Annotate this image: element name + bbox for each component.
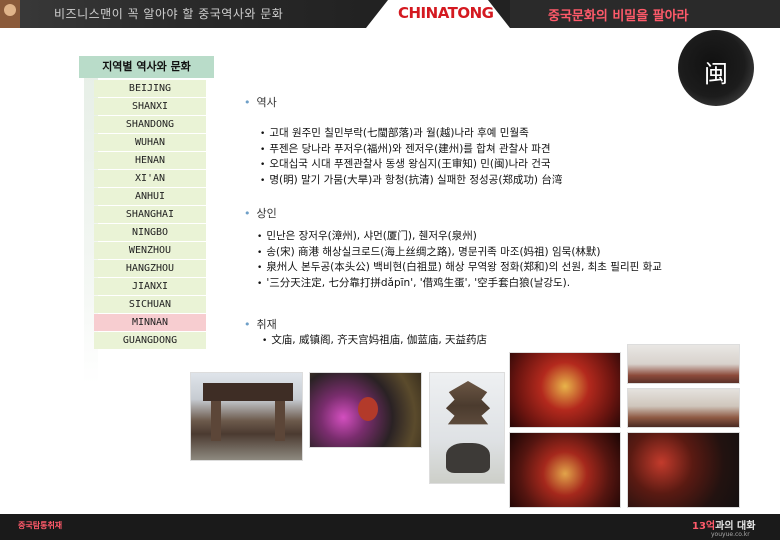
list-item: '三分天注定, 七分靠打拼dǎpīn', '借鸡生蛋', '空手套白狼(날강도)… (257, 276, 662, 292)
incense-urn-shape (446, 443, 490, 473)
section-title-text: 취재 (256, 318, 277, 331)
sidebar-item-sichuan[interactable]: SICHUAN (94, 296, 206, 313)
merchant-bullet-list: 민난은 장저우(漳州), 샤먼(厦门), 췐저우(泉州) 송(宋) 商港 해상실… (257, 229, 662, 291)
coverage-bullet-list: 文庙, 威镇阁, 齐天宫妈祖庙, 伽蓝庙, 天益药店 (262, 333, 487, 349)
sidebar-item-shanxi[interactable]: SHANXI (94, 98, 206, 115)
section-title-coverage: • 취재 (244, 316, 277, 332)
list-item: 오대십국 시대 푸젠관찰사 동생 왕심지(王审知) 민(闽)나라 건국 (260, 157, 562, 173)
list-item: 고대 원주민 칠민부락(七閩部落)과 월(越)나라 후예 민월족 (260, 126, 562, 142)
photo-lantern-altar[interactable] (627, 432, 740, 508)
sidebar-item-henan[interactable]: HENAN (94, 152, 206, 169)
sidebar-item-guangdong[interactable]: GUANGDONG (94, 332, 206, 349)
region-nav: BEIJING SHANXI SHANDONG WUHAN HENAN XI'A… (94, 80, 206, 350)
sidebar-item-shanghai[interactable]: SHANGHAI (94, 206, 206, 223)
section-title-merchant: • 상인 (244, 205, 277, 221)
bullet-dot-icon: • (244, 207, 251, 220)
sidebar-item-beijing[interactable]: BEIJING (94, 80, 206, 97)
section-title-history: • 역사 (244, 94, 277, 110)
list-item: 文庙, 威镇阁, 齐天宫妈祖庙, 伽蓝庙, 天益药店 (262, 333, 487, 349)
pagoda-shape (445, 381, 491, 425)
sidebar-item-anhui[interactable]: ANHUI (94, 188, 206, 205)
lantern-shape (358, 397, 378, 421)
footer-url[interactable]: youyue.co.kr (711, 531, 750, 538)
sidebar-item-hangzhou[interactable]: HANGZHOU (94, 260, 206, 277)
footer-logo[interactable]: 13억과의 대화 (692, 517, 755, 532)
sidebar-item-minnan[interactable]: MINNAN (94, 314, 206, 331)
photo-street-gate[interactable] (190, 372, 303, 461)
bullet-dot-icon: • (244, 96, 251, 109)
list-item: 민난은 장저우(漳州), 샤먼(厦门), 췐저우(泉州) (257, 229, 662, 245)
sidebar-item-wuhan[interactable]: WUHAN (94, 134, 206, 151)
sidebar-item-ningbo[interactable]: NINGBO (94, 224, 206, 241)
photo-temple-interior[interactable] (509, 432, 621, 508)
photo-roof-dragons-1[interactable] (627, 344, 740, 384)
gate-roof (203, 383, 293, 401)
list-item: 명(明) 말기 가뭄(大旱)과 항청(抗清) 실패한 정성공(郑成功) 台湾 (260, 173, 562, 189)
section-title-text: 상인 (256, 207, 277, 220)
page: 비즈니스맨이 꼭 알아야 할 중국역사와 문화 CHINATONG 중국문화의 … (0, 0, 780, 540)
section-title-text: 역사 (256, 96, 277, 109)
photo-temple-shrine[interactable] (509, 352, 621, 428)
sidebar-item-xian[interactable]: XI'AN (94, 170, 206, 187)
list-item: 송(宋) 商港 해상실크로드(海上丝绸之路), 명문귀족 마조(妈祖) 임묵(林… (257, 245, 662, 261)
photo-pagoda-urn[interactable] (429, 372, 505, 484)
photo-roof-dragons-2[interactable] (627, 388, 740, 428)
businessman-avatar-icon (0, 0, 20, 28)
sidebar-title: 지역별 역사와 문화 (79, 56, 214, 78)
sidebar-item-wenzhou[interactable]: WENZHOU (94, 242, 206, 259)
photo-orchid-altar[interactable] (309, 372, 422, 448)
gate-pillar (275, 401, 285, 441)
bullet-dot-icon: • (244, 318, 251, 331)
header-slogan-left: 비즈니스맨이 꼭 알아야 할 중국역사와 문화 (54, 7, 284, 21)
footer-bar (0, 514, 780, 540)
history-bullet-list: 고대 원주민 칠민부락(七閩部落)과 월(越)나라 후예 민월족 푸젠은 당나라… (260, 126, 562, 188)
sidebar-item-jianxi[interactable]: JIANXI (94, 278, 206, 295)
footer-left-text: 중국탐통취재 (18, 521, 63, 530)
list-item: 泉州人 본두공(本头公) 백비현(白祖显) 해상 무역왕 정화(郑和)의 선원,… (257, 260, 662, 276)
emblem-character: 闽 (704, 60, 728, 88)
chinatong-logo[interactable]: CHINATONG (398, 4, 494, 22)
list-item: 푸젠은 당나라 푸저우(福州)와 젠저우(建州)를 합쳐 관찰사 파견 (260, 142, 562, 158)
header-slogan-right: 중국문화의 비밀을 팔아라 (548, 9, 689, 24)
gate-pillar (211, 401, 221, 441)
sidebar-item-shandong[interactable]: SHANDONG (94, 116, 206, 133)
